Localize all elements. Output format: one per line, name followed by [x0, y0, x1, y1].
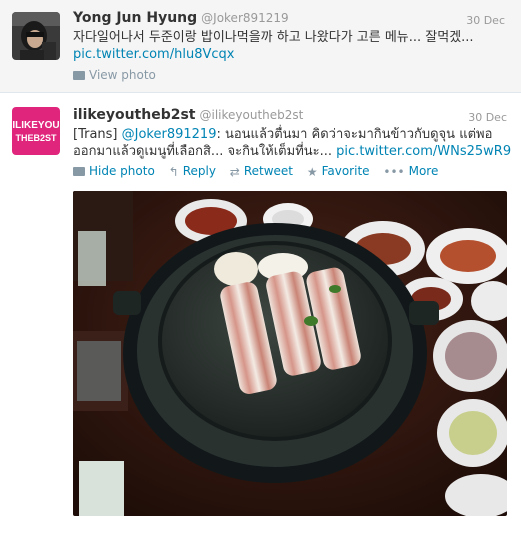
more-button[interactable]: ••• More: [383, 164, 438, 179]
photo-icon: [73, 71, 85, 80]
tweet-ilikeyoutheb2st: ILIKEYOU THEB2ST ilikeyoutheb2st @ilikeyo…: [0, 93, 521, 535]
favorite-button[interactable]: ★ Favorite: [307, 164, 370, 179]
avatar[interactable]: ILIKEYOU THEB2ST: [12, 107, 60, 155]
retweet-icon: ⇄: [229, 165, 240, 179]
photo-icon: [73, 167, 85, 176]
author-name[interactable]: Yong Jun Hyung @Joker891219: [73, 10, 289, 26]
reply-button[interactable]: ↰ Reply: [169, 164, 216, 179]
avatar[interactable]: [12, 12, 60, 60]
tweet-text: [Trans] @Joker891219: นอนแล้วตื่นมา คิดว…: [73, 127, 512, 159]
tweet-yong-jun-hyung: Yong Jun Hyung @Joker891219 30 Dec 자다일어나서…: [0, 0, 521, 93]
mention-link[interactable]: @Joker891219: [122, 127, 217, 142]
hide-photo-button[interactable]: Hide photo: [73, 164, 155, 178]
author-handle[interactable]: @Joker891219: [201, 11, 289, 25]
author-name[interactable]: ilikeyoutheb2st @ilikeyoutheb2st: [73, 107, 303, 123]
author-handle[interactable]: @ilikeyoutheb2st: [199, 108, 303, 122]
avatar-text-line1: ILIKEYOU: [12, 120, 59, 131]
tweet-photo[interactable]: [73, 191, 507, 516]
photo-link[interactable]: pic.twitter.com/hlu8Vcqx: [73, 47, 234, 62]
more-icon: •••: [383, 165, 405, 179]
retweet-button[interactable]: ⇄ Retweet: [230, 164, 293, 179]
tweet-date[interactable]: 30 Dec: [468, 111, 507, 124]
tweet-date[interactable]: 30 Dec: [466, 14, 505, 27]
avatar-text-line2: THEB2ST: [15, 133, 57, 143]
tweet-actions: Hide photo ↰ Reply ⇄ Retweet ★ Favorite •••…: [73, 164, 448, 179]
reply-icon: ↰: [168, 165, 179, 179]
tweet-text: 자다일어나서 두준이랑 밥이나먹을까 하고 나왔다가 고른 메뉴... 잘먹겠.…: [73, 30, 474, 62]
favorite-icon: ★: [306, 165, 318, 179]
tweet-actions: View photo: [73, 68, 166, 82]
view-photo-button[interactable]: View photo: [73, 68, 156, 82]
photo-link[interactable]: pic.twitter.com/WNs25wR9: [336, 144, 511, 159]
